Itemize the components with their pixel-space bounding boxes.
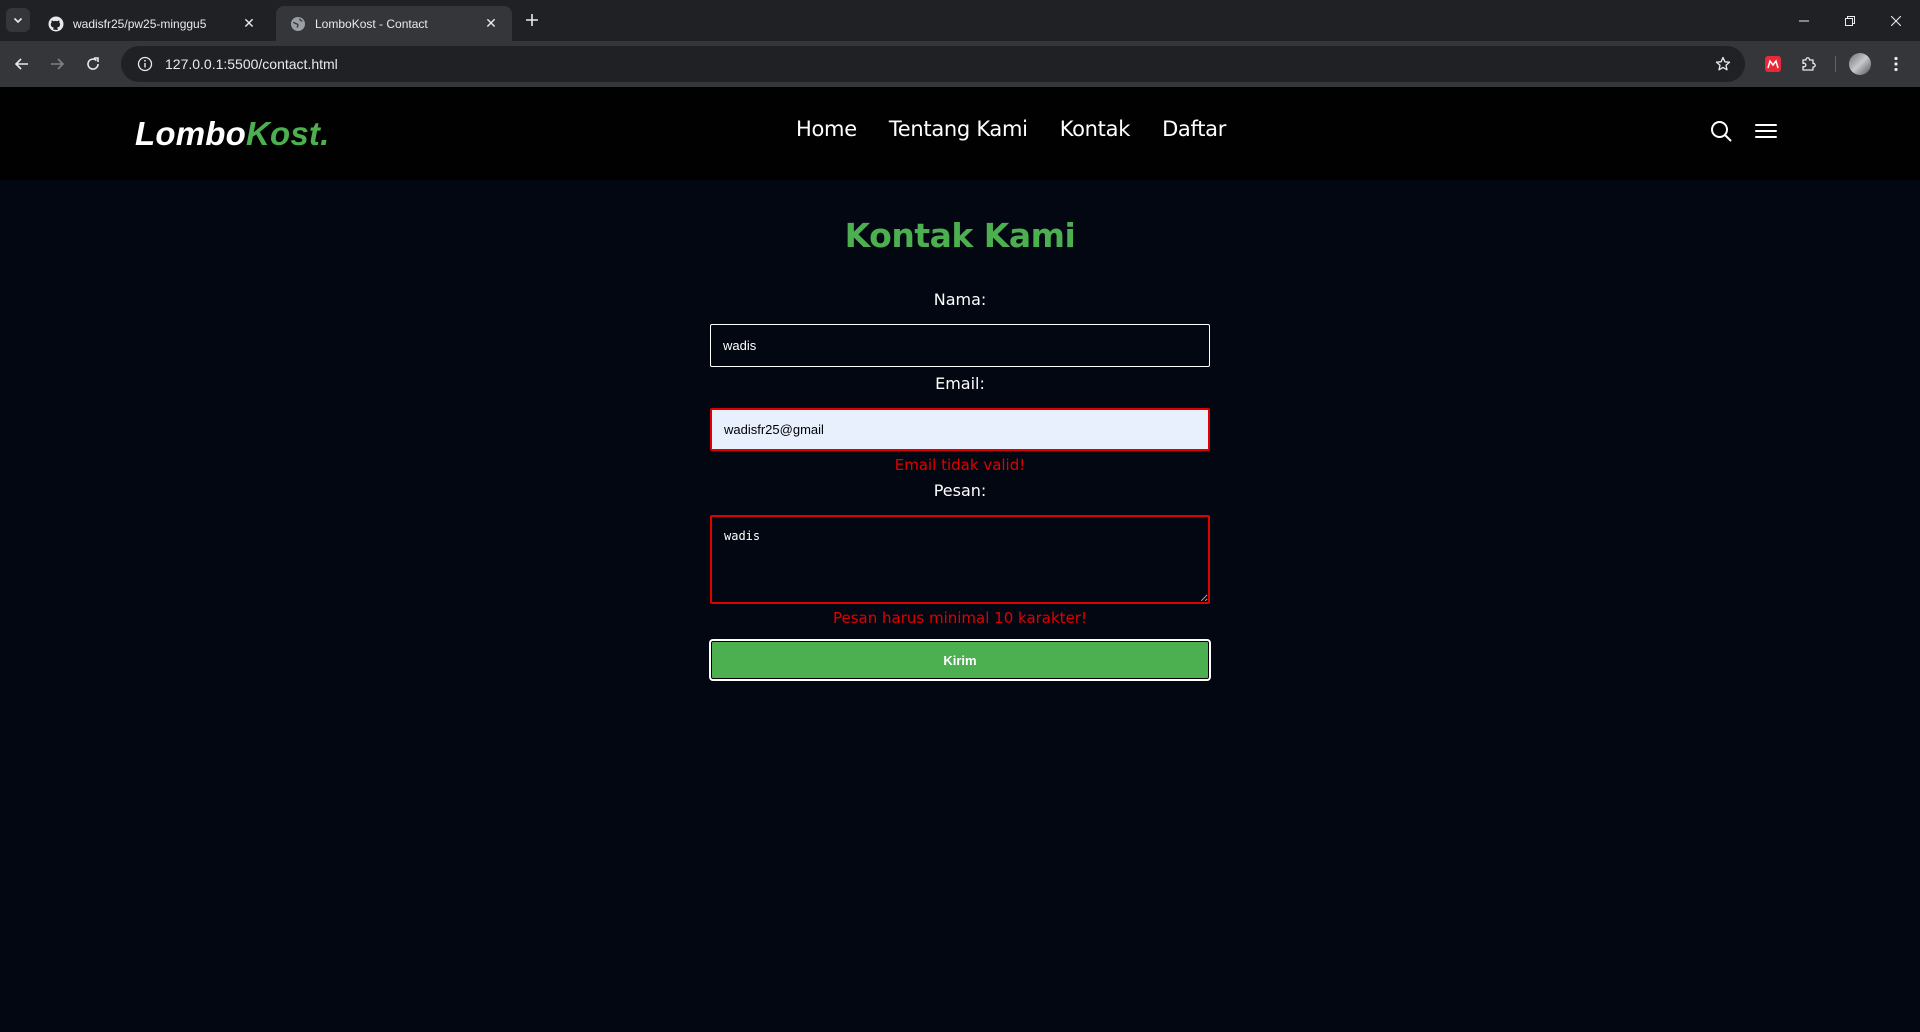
main-menu: Home Tentang Kami Kontak Daftar xyxy=(796,117,1226,141)
tab-search-button[interactable] xyxy=(6,8,30,32)
browser-tab-contact[interactable]: LomboKost - Contact ✕ xyxy=(276,6,512,41)
arrow-left-icon xyxy=(14,58,28,70)
tab-title: wadisfr25/pw25-minggu5 xyxy=(73,16,207,31)
hamburger-menu-button[interactable] xyxy=(1752,117,1780,145)
chevron-down-icon xyxy=(13,17,23,24)
submit-button[interactable]: Kirim xyxy=(709,639,1211,681)
back-button[interactable] xyxy=(8,50,36,78)
kebab-menu-icon xyxy=(1894,56,1898,72)
email-label: Email: xyxy=(935,374,985,393)
restore-icon xyxy=(1845,15,1855,26)
reload-icon xyxy=(87,57,99,70)
browser-tab-strip: wadisfr25/pw25-minggu5 ✕ LomboKost - Con… xyxy=(0,0,1920,41)
profile-avatar[interactable] xyxy=(1846,50,1874,78)
minimize-icon xyxy=(1799,20,1809,21)
reload-button[interactable] xyxy=(79,50,107,78)
page-viewport: LomboKost. Home Tentang Kami Kontak Daft… xyxy=(0,87,1920,1032)
message-error-message: Pesan harus minimal 10 karakter! xyxy=(833,609,1087,627)
nav-link-daftar[interactable]: Daftar xyxy=(1162,117,1226,141)
address-bar[interactable]: 127.0.0.1:5500/contact.html xyxy=(121,46,1745,82)
nav-link-kontak[interactable]: Kontak xyxy=(1060,117,1131,141)
email-input[interactable] xyxy=(710,408,1210,451)
arrow-right-icon xyxy=(51,58,65,70)
extension-red-icon[interactable] xyxy=(1759,50,1787,78)
minimize-button[interactable] xyxy=(1781,0,1827,41)
close-window-button[interactable] xyxy=(1873,0,1919,41)
forward-button[interactable] xyxy=(43,50,71,78)
page-title: Kontak Kami xyxy=(844,216,1076,255)
message-textarea[interactable]: wadis xyxy=(710,515,1210,604)
globe-icon xyxy=(290,16,306,32)
close-icon[interactable]: ✕ xyxy=(240,15,258,33)
contact-form: Nama: Email: Email tidak valid! Pesan: w… xyxy=(709,287,1211,681)
github-icon xyxy=(48,16,64,32)
search-button[interactable] xyxy=(1707,117,1735,145)
url-text: 127.0.0.1:5500/contact.html xyxy=(165,56,338,72)
site-info-icon[interactable] xyxy=(131,50,159,78)
logo-accent-text: Kost. xyxy=(245,115,330,152)
toolbar-divider xyxy=(1835,56,1836,72)
plus-icon xyxy=(526,14,538,26)
site-logo[interactable]: LomboKost. xyxy=(135,115,329,153)
email-error-message: Email tidak valid! xyxy=(894,456,1026,474)
name-input[interactable] xyxy=(710,324,1210,367)
restore-button[interactable] xyxy=(1827,0,1873,41)
bookmark-star-icon[interactable] xyxy=(1711,52,1735,76)
avatar xyxy=(1849,53,1871,75)
close-icon xyxy=(1891,15,1901,26)
new-tab-button[interactable] xyxy=(520,8,544,32)
hamburger-menu-icon xyxy=(1755,124,1777,138)
browser-tab-github[interactable]: wadisfr25/pw25-minggu5 ✕ xyxy=(34,6,270,41)
site-navbar: LomboKost. Home Tentang Kami Kontak Daft… xyxy=(0,87,1920,180)
tab-title: LomboKost - Contact xyxy=(315,16,428,31)
message-label: Pesan: xyxy=(933,481,987,500)
nav-link-home[interactable]: Home xyxy=(796,117,857,141)
name-label: Nama: xyxy=(933,290,987,309)
logo-main-text: Lombo xyxy=(135,115,246,152)
extensions-puzzle-icon[interactable] xyxy=(1795,50,1823,78)
browser-menu-button[interactable] xyxy=(1882,50,1910,78)
browser-toolbar: 127.0.0.1:5500/contact.html xyxy=(0,41,1920,87)
close-icon[interactable]: ✕ xyxy=(482,15,500,33)
nav-link-tentang-kami[interactable]: Tentang Kami xyxy=(889,117,1028,141)
search-icon xyxy=(1711,121,1732,142)
